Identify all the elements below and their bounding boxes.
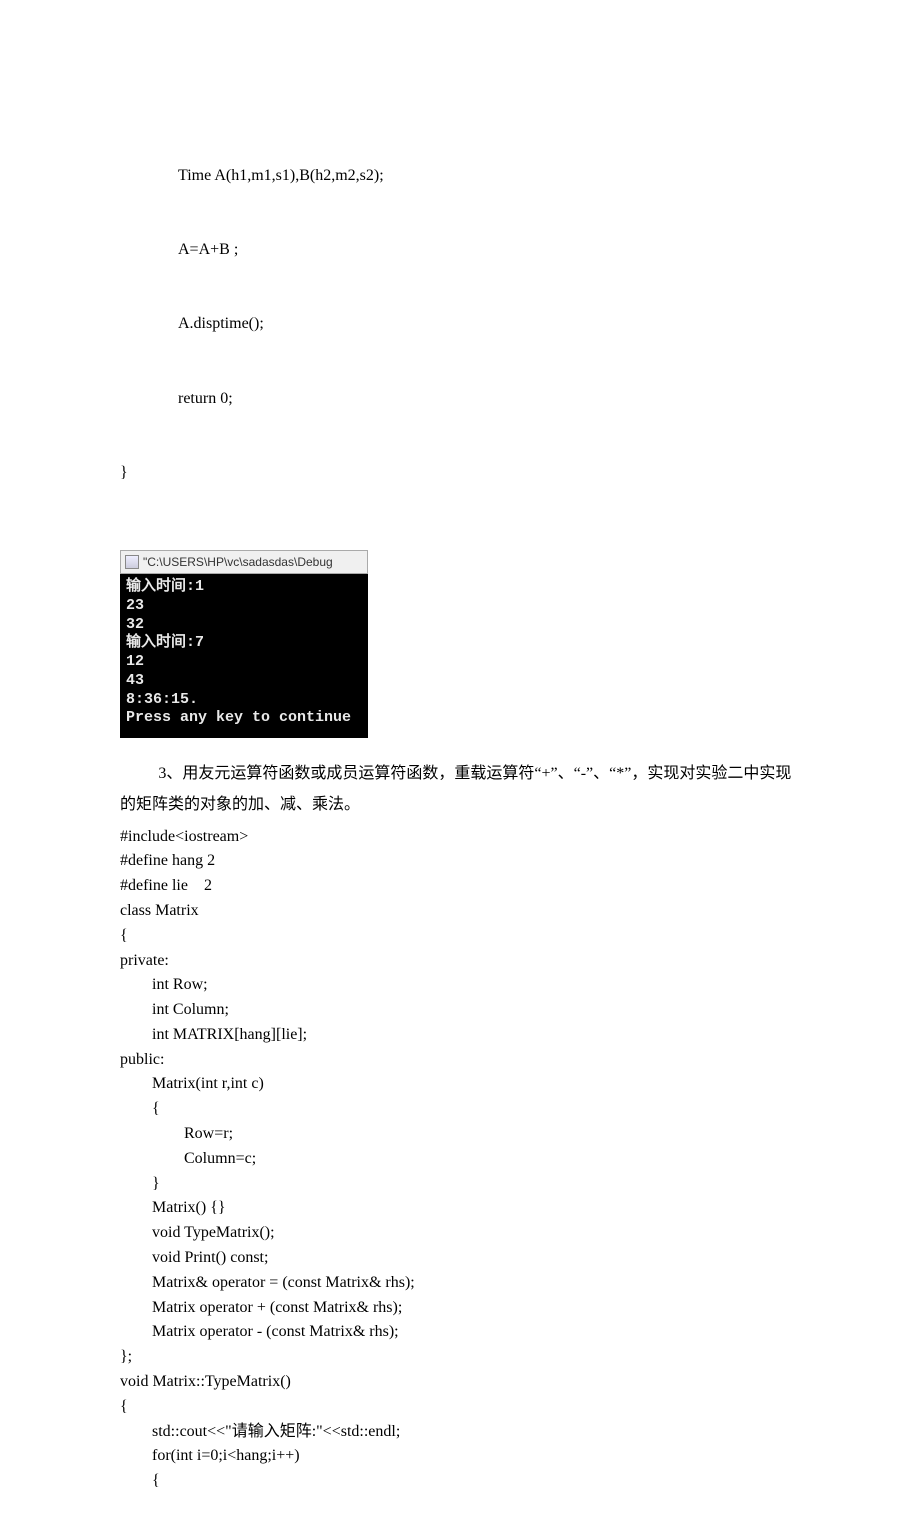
code-block-top: Time A(h1,m1,s1),B(h2,m2,s2); A=A+B ; A.… (120, 114, 800, 536)
console-title-bar: "C:\USERS\HP\vc\sadasdas\Debug (120, 550, 368, 575)
console-line: 12 (126, 653, 144, 670)
console-line: 输入时间:1 (126, 578, 204, 595)
console-line: Press any key to continue (126, 709, 351, 726)
console-line: 输入时间:7 (126, 634, 204, 651)
app-icon (125, 555, 139, 569)
console-window: "C:\USERS\HP\vc\sadasdas\Debug 输入时间:1 23… (120, 550, 368, 739)
console-line: 43 (126, 672, 144, 689)
console-title-text: "C:\USERS\HP\vc\sadasdas\Debug (143, 553, 333, 572)
code-line: A.disptime(); (120, 312, 800, 337)
console-output: 输入时间:1 23 32 输入时间:7 12 43 8:36:15. Press… (120, 574, 368, 738)
document-page: Time A(h1,m1,s1),B(h2,m2,s2); A=A+B ; A.… (0, 0, 920, 1534)
console-line: 8:36:15. (126, 691, 198, 708)
code-block-main: #include<iostream> #define hang 2 #defin… (120, 825, 800, 1495)
code-line: A=A+B ; (120, 238, 800, 263)
code-line: } (120, 461, 800, 486)
code-line: return 0; (120, 387, 800, 412)
console-line: 32 (126, 616, 144, 633)
question-paragraph: 3、用友元运算符函数或成员运算符函数，重载运算符“+”、“-”、“*”，实现对实… (120, 758, 800, 820)
console-line: 23 (126, 597, 144, 614)
code-line: Time A(h1,m1,s1),B(h2,m2,s2); (120, 164, 800, 189)
